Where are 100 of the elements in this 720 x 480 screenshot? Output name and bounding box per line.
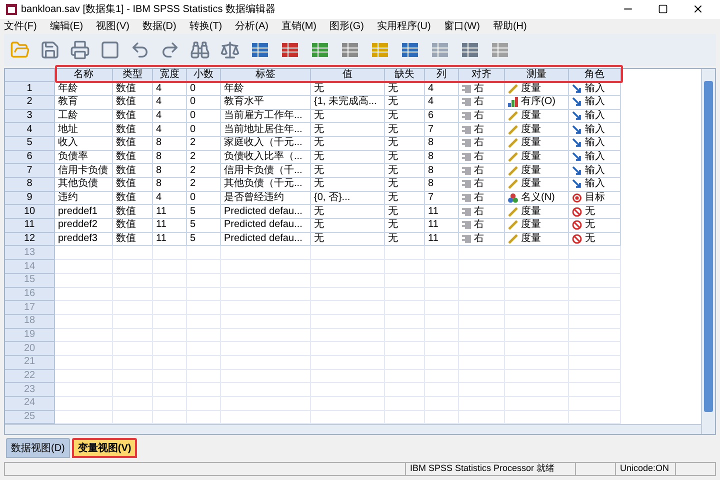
table-cell: 无 [311, 178, 385, 192]
horizontal-scrollbar[interactable] [5, 424, 701, 434]
empty-cell [187, 356, 221, 370]
table-cell: 数值 [113, 136, 153, 151]
row-number[interactable]: 5 [5, 136, 55, 151]
empty-cell [425, 370, 459, 384]
empty-cell [385, 288, 425, 302]
scrollbar-thumb[interactable] [704, 80, 713, 412]
column-header[interactable]: 名称 [55, 68, 113, 82]
menu-item[interactable]: 文件(F) [4, 18, 37, 34]
column-header[interactable]: 列 [425, 68, 459, 82]
row-number[interactable]: 8 [5, 178, 55, 192]
table-cell: 0 [187, 123, 221, 137]
empty-cell [459, 328, 505, 342]
empty-cell [113, 342, 153, 356]
menu-item[interactable]: 分析(A) [235, 18, 268, 34]
column-header[interactable]: 值 [311, 68, 385, 82]
table-cell: 0 [187, 82, 221, 96]
column-header[interactable]: 对齐 [459, 68, 505, 82]
table-cell: 度量 [505, 82, 569, 96]
table-cell: 当前雇方工作年... [221, 110, 311, 124]
close-icon[interactable] [692, 3, 704, 16]
table-cell: 负债率 [55, 150, 113, 164]
table-cell: 名义(N) [505, 192, 569, 206]
header-corner [5, 68, 55, 82]
empty-cell [569, 260, 621, 274]
arrow-icon [572, 84, 582, 94]
menu-item[interactable]: 窗口(W) [444, 18, 480, 34]
toolbar-icon[interactable] [220, 40, 240, 60]
column-header[interactable]: 标签 [221, 68, 311, 82]
table-cell: 度量 [505, 136, 569, 151]
table-cell: 0 [187, 192, 221, 206]
toolbar-icon[interactable] [160, 40, 180, 60]
column-header[interactable]: 角色 [569, 68, 621, 82]
table-cell: 5 [187, 219, 221, 233]
table-cell: 无 [385, 192, 425, 206]
empty-cell [505, 397, 569, 411]
table-cell: 右 [459, 232, 505, 246]
toolbar-icon[interactable] [40, 40, 60, 60]
status-text: Unicode:ON [615, 462, 675, 476]
empty-cell [385, 328, 425, 342]
empty-cell [569, 397, 621, 411]
toolbar-icon[interactable] [100, 40, 120, 60]
menu-item[interactable]: 实用程序(U) [376, 18, 431, 34]
empty-cell [385, 356, 425, 370]
table-cell: 地址 [55, 123, 113, 137]
ruler-icon [508, 84, 518, 94]
ruler-icon [508, 206, 518, 217]
row-number[interactable]: 10 [5, 205, 55, 220]
table-cell: 无 [311, 232, 385, 246]
empty-cell [459, 314, 505, 329]
empty-cell [153, 314, 187, 329]
empty-cell [425, 288, 459, 302]
row-number[interactable]: 11 [5, 219, 55, 233]
row-number[interactable]: 4 [5, 123, 55, 137]
table-cell: 8 [153, 164, 187, 178]
empty-cell [187, 383, 221, 398]
empty-cell [505, 342, 569, 356]
row-number[interactable]: 6 [5, 150, 55, 164]
view-tab[interactable]: 变量视图(V) [72, 438, 138, 458]
table-cell: 8 [425, 150, 459, 164]
menu-item[interactable]: 数据(D) [142, 18, 176, 34]
row-number[interactable]: 9 [5, 192, 55, 206]
empty-cell [153, 246, 187, 260]
row-number[interactable]: 1 [5, 82, 55, 96]
column-header[interactable]: 测量 [505, 68, 569, 82]
row-number[interactable]: 7 [5, 164, 55, 178]
row-number[interactable]: 3 [5, 110, 55, 124]
toolbar-icon[interactable] [70, 40, 90, 60]
vertical-scrollbar[interactable] [701, 68, 715, 434]
toolbar-icon[interactable] [130, 40, 150, 60]
empty-cell [153, 383, 187, 398]
table-cell: 输入 [569, 150, 621, 164]
empty-cell [459, 301, 505, 315]
row-number[interactable]: 2 [5, 96, 55, 110]
maximize-icon[interactable] [658, 4, 668, 14]
table-cell: preddef3 [55, 232, 113, 246]
menu-item[interactable]: 帮助(H) [492, 18, 527, 34]
menu-item[interactable]: 图形(G) [329, 18, 364, 34]
table-cell: 右 [459, 178, 505, 192]
view-tab[interactable]: 数据视图(D) [6, 438, 70, 458]
menu-item[interactable]: 转换(T) [189, 18, 222, 34]
ruler-icon [508, 138, 518, 148]
empty-cell [187, 342, 221, 356]
menu-item[interactable]: 直销(M) [281, 18, 316, 34]
menu-item[interactable]: 编辑(E) [50, 18, 84, 34]
column-header[interactable]: 宽度 [153, 68, 187, 82]
empty-cell [113, 260, 153, 274]
arrow-icon [572, 152, 582, 162]
window-title: bankloan.sav [数据集1] - IBM SPSS Statistics 数据编辑器 [21, 2, 276, 17]
menu-item[interactable]: 视图(V) [96, 18, 130, 34]
empty-cell [187, 314, 221, 329]
empty-cell [459, 288, 505, 302]
column-header[interactable]: 缺失 [385, 68, 425, 82]
row-number[interactable]: 12 [5, 232, 55, 246]
column-header[interactable]: 类型 [113, 68, 153, 82]
empty-cell [187, 246, 221, 260]
empty-cell [505, 246, 569, 260]
toolbar-icon[interactable] [190, 40, 210, 60]
column-header[interactable]: 小数 [187, 68, 221, 82]
